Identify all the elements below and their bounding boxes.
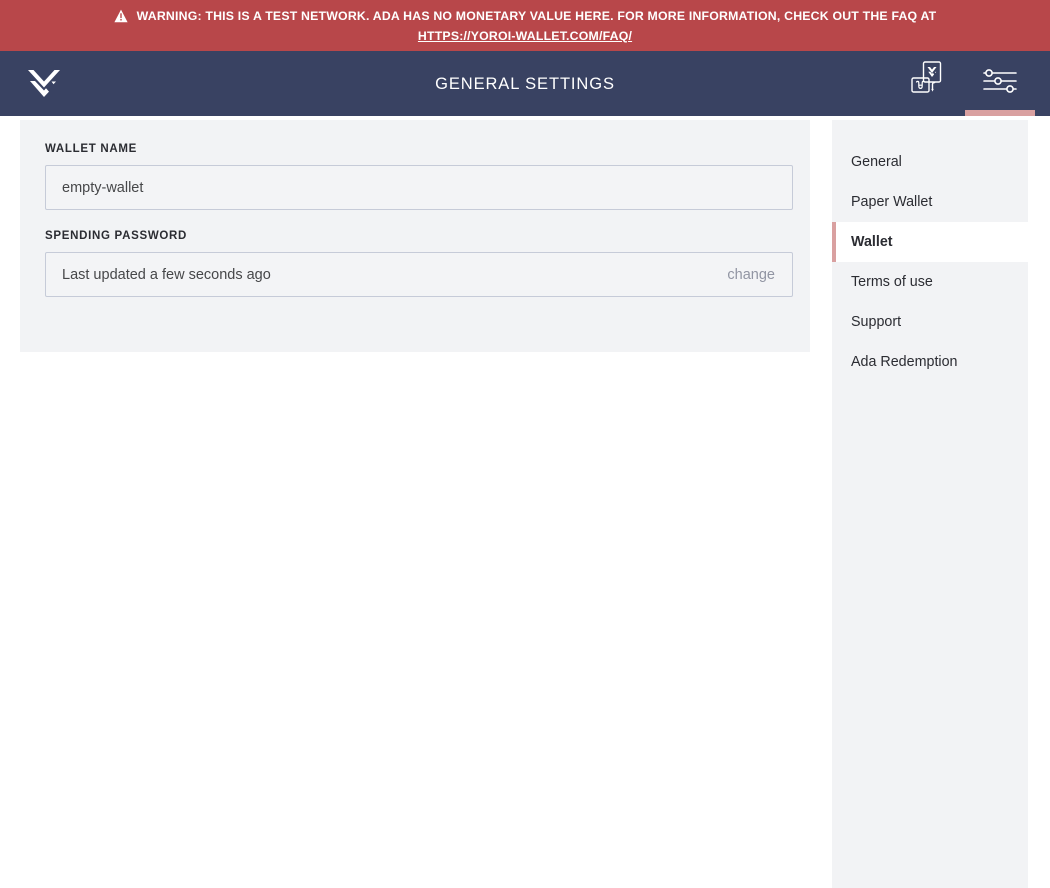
- sidebar-item-label: Ada Redemption: [851, 354, 958, 370]
- sidebar-item-label: Wallet: [851, 234, 893, 250]
- warning-line: WARNING: THIS IS A TEST NETWORK. ADA HAS…: [114, 6, 937, 26]
- wallet-name-label: WALLET NAME: [45, 143, 138, 155]
- wallet-settings-panel: WALLET NAME empty-wallet SPENDING PASSWO…: [20, 120, 810, 352]
- sidebar-item-label: Support: [851, 314, 902, 330]
- spending-password-label: SPENDING PASSWORD: [45, 230, 188, 242]
- sidebar-item-label: Paper Wallet: [851, 194, 933, 210]
- sidebar-item-ada-redemption[interactable]: Ada Redemption: [832, 342, 1028, 382]
- settings-button[interactable]: [964, 51, 1036, 116]
- change-password-button[interactable]: change: [727, 266, 775, 284]
- sidebar-item-general[interactable]: General: [832, 142, 1028, 182]
- spending-password-status: Last updated a few seconds ago: [62, 266, 271, 283]
- page-body: WALLET NAME empty-wallet SPENDING PASSWO…: [0, 116, 1050, 888]
- test-network-warning-banner: WARNING: THIS IS A TEST NETWORK. ADA HAS…: [0, 0, 1050, 51]
- sidebar-item-support[interactable]: Support: [832, 302, 1028, 342]
- spending-password-field-group: SPENDING PASSWORD Last updated a few sec…: [45, 229, 793, 297]
- warning-triangle-icon: [114, 9, 128, 23]
- warning-text: WARNING: THIS IS A TEST NETWORK. ADA HAS…: [136, 8, 937, 23]
- sidebar-item-paper-wallet[interactable]: Paper Wallet: [832, 182, 1028, 222]
- sidebar-item-label: General: [851, 154, 902, 170]
- sidebar-item-terms-of-use[interactable]: Terms of use: [832, 262, 1028, 302]
- app-topbar: GENERAL SETTINGS: [0, 51, 1050, 116]
- settings-sidebar: General Paper Wallet Wallet Terms of use…: [832, 120, 1028, 888]
- wallet-switch-button[interactable]: [892, 51, 964, 116]
- wallet-switch-icon: [907, 59, 949, 108]
- wallet-name-value: empty-wallet: [62, 179, 144, 196]
- sidebar-item-wallet[interactable]: Wallet: [832, 222, 1028, 262]
- wallet-name-input[interactable]: empty-wallet: [45, 165, 793, 210]
- topbar-actions: [892, 51, 1036, 116]
- sidebar-item-label: Terms of use: [851, 274, 933, 290]
- settings-sliders-icon: [982, 66, 1018, 101]
- wallet-name-field-group: WALLET NAME empty-wallet: [45, 142, 793, 210]
- faq-link[interactable]: HTTPS://YOROI-WALLET.COM/FAQ/: [418, 26, 632, 47]
- spending-password-row[interactable]: Last updated a few seconds ago change: [45, 252, 793, 297]
